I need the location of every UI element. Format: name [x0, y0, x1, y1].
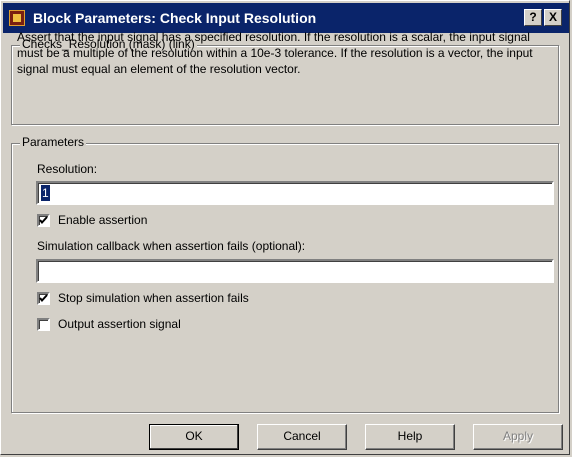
- block-parameters-dialog: Block Parameters: Check Input Resolution…: [0, 0, 570, 455]
- help-title-button[interactable]: ?: [524, 9, 542, 26]
- checkmark-icon: [39, 216, 48, 225]
- resolution-value: 1: [41, 185, 50, 201]
- output-assertion-signal-checkbox[interactable]: [37, 318, 50, 331]
- close-button[interactable]: X: [544, 9, 562, 26]
- resolution-label: Resolution:: [37, 162, 98, 176]
- resolution-input[interactable]: 1: [36, 181, 554, 205]
- ok-button[interactable]: OK: [149, 424, 239, 450]
- apply-button[interactable]: Apply: [473, 424, 563, 450]
- apply-button-label: Apply: [502, 429, 534, 443]
- checkmark-icon: [39, 294, 48, 303]
- help-button[interactable]: Help: [365, 424, 455, 450]
- enable-assertion-label[interactable]: Enable assertion: [58, 213, 147, 227]
- cancel-button[interactable]: Cancel: [257, 424, 347, 450]
- window-title: Block Parameters: Check Input Resolution: [33, 10, 317, 26]
- stop-simulation-label[interactable]: Stop simulation when assertion fails: [58, 291, 249, 305]
- output-assertion-signal-label[interactable]: Output assertion signal: [58, 317, 181, 331]
- callback-input[interactable]: [36, 259, 554, 283]
- mask-description-text: Assert that the input signal has a speci…: [17, 30, 533, 76]
- cancel-button-label: Cancel: [283, 429, 321, 443]
- enable-assertion-checkbox[interactable]: [37, 214, 50, 227]
- simulink-block-icon: [9, 10, 25, 26]
- parameters-legend: Parameters: [20, 135, 87, 149]
- ok-button-label: OK: [185, 429, 203, 443]
- help-button-label: Help: [397, 429, 423, 443]
- stop-simulation-checkbox[interactable]: [37, 292, 50, 305]
- callback-label: Simulation callback when assertion fails…: [37, 239, 306, 253]
